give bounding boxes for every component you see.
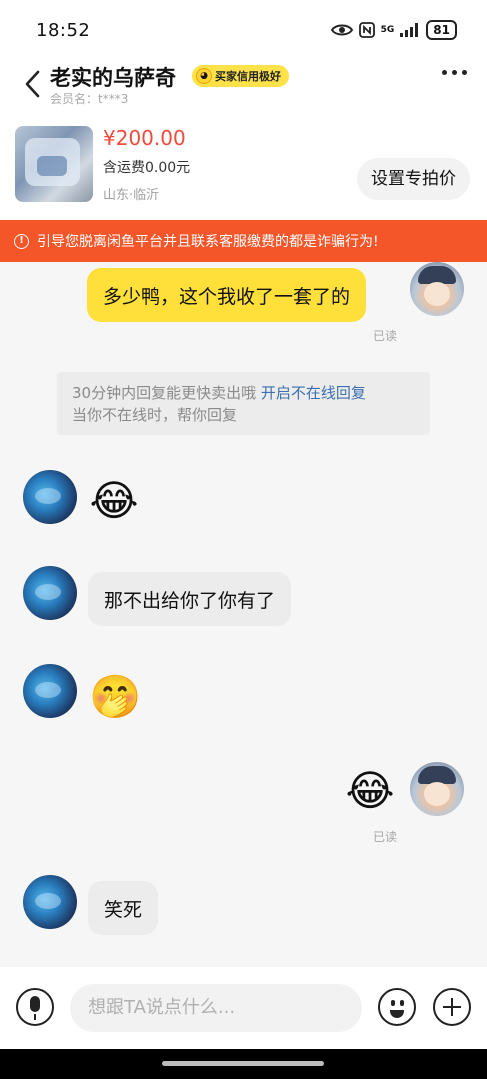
chat-header: 老实的乌萨奇 ◕ 买家信用极好 会员名：t***3 (0, 60, 487, 110)
product-location: 山东·临沂 (103, 188, 160, 203)
status-bar: 18:52 5G 81 (0, 0, 487, 60)
credit-badge[interactable]: ◕ 买家信用极好 (192, 65, 289, 87)
message-bubble-theirs[interactable]: 那不出给你了你有了 (88, 572, 292, 626)
plus-icon[interactable] (433, 988, 471, 1026)
tip-text: 30分钟内回复能更快卖出哦 (72, 384, 257, 402)
set-special-price-button[interactable]: 设置专拍价 (357, 158, 470, 200)
my-avatar[interactable] (410, 262, 464, 316)
product-price: ¥200.00 (103, 126, 186, 150)
battery-indicator: 81 (426, 20, 457, 40)
contact-avatar[interactable] (23, 664, 77, 718)
tears-of-joy-emoji[interactable]: 😂 (89, 476, 139, 526)
chevron-left-icon[interactable] (22, 68, 44, 100)
contact-avatar[interactable] (23, 470, 77, 524)
status-icons: 5G 81 (330, 20, 457, 40)
nfc-icon (358, 22, 375, 38)
message-bubble-theirs[interactable]: 笑死 (88, 881, 159, 935)
shipping-info: 含运费0.00元 (103, 160, 191, 176)
contact-name[interactable]: 老实的乌萨奇 (50, 62, 176, 92)
product-thumbnail[interactable] (15, 126, 93, 202)
smile-icon[interactable] (378, 988, 416, 1026)
warning-icon: ! (14, 233, 29, 249)
read-receipt: 已读 (373, 830, 398, 844)
tears-of-joy-emoji[interactable]: 😂 (345, 766, 395, 816)
clock: 18:52 (36, 20, 91, 41)
fraud-warning-banner: ! 引导您脱离闲鱼平台并且联系客服缴费的都是诈骗行为! (0, 220, 487, 262)
eye-icon (330, 24, 353, 36)
input-bar: 想跟TA说点什么... (0, 967, 487, 1049)
read-receipt: 已读 (373, 329, 398, 343)
contact-avatar[interactable] (23, 875, 77, 929)
member-id: 会员名：t***3 (50, 92, 129, 106)
home-indicator[interactable] (162, 1061, 324, 1066)
credit-badge-label: 买家信用极好 (215, 70, 281, 83)
more-dots-icon[interactable] (442, 70, 467, 75)
message-list[interactable]: 多少鸭，这个我收了一套了的 已读 30分钟内回复能更快卖出哦 开启不在线回复 当… (0, 262, 487, 967)
tip-subtext: 当你不在线时，帮你回复 (72, 406, 238, 424)
signal-icon (400, 23, 419, 37)
my-avatar[interactable] (410, 762, 464, 816)
microphone-icon[interactable] (16, 988, 54, 1026)
contact-avatar[interactable] (23, 566, 77, 620)
enable-offline-reply-link[interactable]: 开启不在线回复 (261, 384, 366, 402)
auto-reply-tip: 30分钟内回复能更快卖出哦 开启不在线回复 当你不在线时，帮你回复 (57, 372, 430, 435)
face-icon: ◕ (196, 68, 212, 84)
network-type: 5G (380, 25, 395, 35)
product-card[interactable]: ¥200.00 含运费0.00元 山东·临沂 设置专拍价 (0, 110, 487, 220)
fraud-warning-text: 引导您脱离闲鱼平台并且联系客服缴费的都是诈骗行为! (37, 234, 379, 250)
message-input[interactable]: 想跟TA说点什么... (70, 984, 362, 1032)
system-nav-bar (0, 1049, 487, 1079)
giggle-emoji[interactable]: 🤭 (89, 672, 141, 722)
message-bubble-mine[interactable]: 多少鸭，这个我收了一套了的 (87, 268, 367, 322)
